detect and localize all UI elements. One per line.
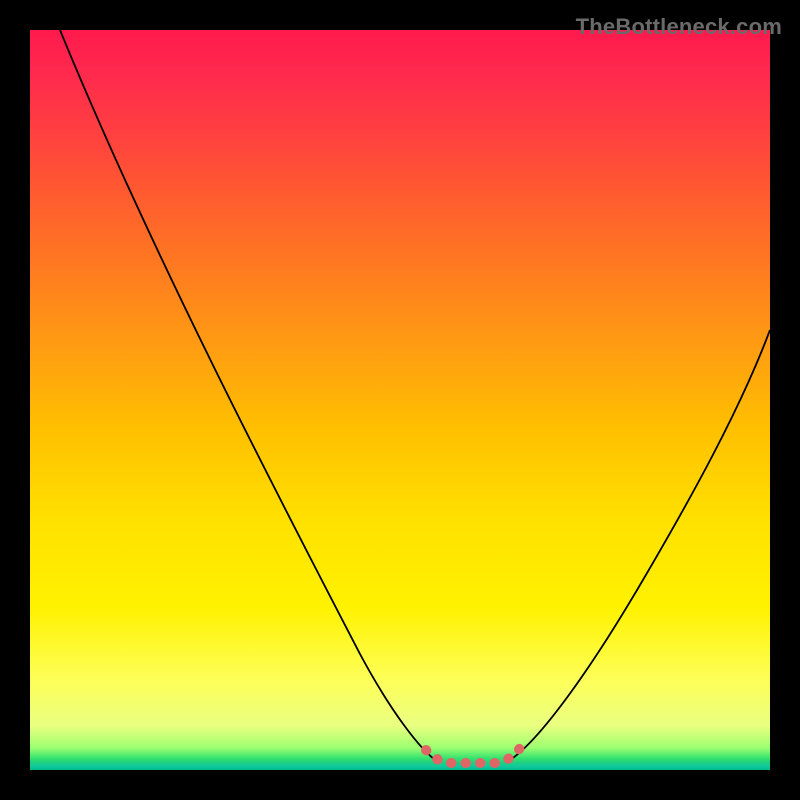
optimal-flat-marker xyxy=(426,748,520,763)
curve-left-branch xyxy=(60,30,438,762)
curve-right-branch xyxy=(510,330,770,760)
chart-frame: TheBottleneck.com xyxy=(0,0,800,800)
watermark-text: TheBottleneck.com xyxy=(576,14,782,40)
plot-area xyxy=(30,30,770,770)
bottleneck-curve xyxy=(30,30,770,770)
